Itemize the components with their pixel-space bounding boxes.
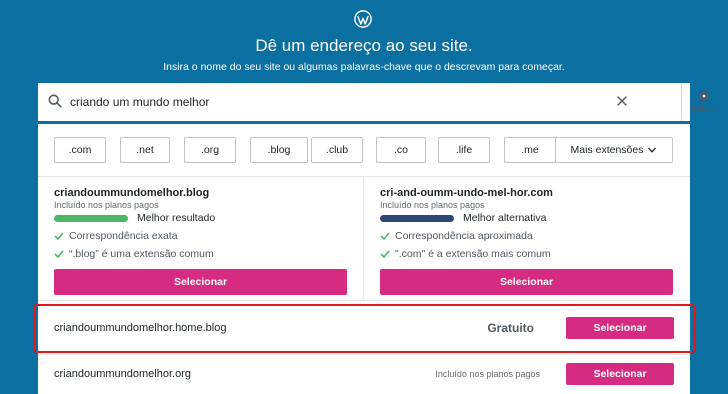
tld-com-button[interactable]: .com: [54, 137, 106, 163]
featured-domain-card: criandoummundomelhor.blog Incluído nos p…: [54, 187, 349, 295]
chevron-down-icon: [648, 147, 657, 153]
price-label: Gratuito: [487, 321, 534, 335]
featured-domain-name: criandoummundomelhor.blog: [54, 187, 210, 199]
domain-search-bar: Filtros: [38, 83, 717, 121]
match-reason: Correspondência aproximada: [380, 230, 675, 242]
price-label: Incluído nos planos pagos: [435, 369, 540, 379]
check-icon: [54, 250, 64, 259]
tld-net-button[interactable]: .net: [120, 137, 170, 163]
result-domain-name: criandoummundomelhor.home.blog: [54, 322, 227, 334]
match-rank: Melhor resultado: [54, 212, 349, 224]
result-domain-name: criandoummundomelhor.org: [54, 368, 191, 380]
tld-life-button[interactable]: .life: [438, 137, 490, 163]
tld-org-button[interactable]: .org: [184, 137, 236, 163]
match-rank: Melhor alternativa: [380, 212, 675, 224]
rank-bar: [380, 214, 454, 222]
rank-bar: [54, 214, 128, 222]
tld-blog-button[interactable]: .blog: [250, 137, 308, 163]
domain-result-row: criandoummundomelhor.org Incluído nos pl…: [38, 351, 690, 394]
search-icon: [48, 94, 62, 108]
match-reason: ".com" é a extensão mais comum: [380, 248, 675, 260]
select-button[interactable]: Selecionar: [54, 269, 347, 295]
check-icon: [380, 250, 390, 259]
page-subtitle: Insira o nome do seu site ou algumas pal…: [163, 61, 565, 73]
filters-button[interactable]: Filtros: [682, 83, 726, 121]
wordpress-icon: [354, 10, 372, 28]
select-button[interactable]: Selecionar: [566, 317, 674, 339]
match-reason-text: “.blog” é uma extensão comum: [69, 248, 214, 260]
gear-icon: [698, 90, 710, 102]
match-reason: Correspondência exata: [54, 230, 349, 242]
rank-label: Melhor alternativa: [463, 212, 547, 224]
select-button[interactable]: Selecionar: [380, 269, 673, 295]
featured-domain-name: cri-and-oumm-undo-mel-hor.com: [380, 187, 553, 199]
more-extensions-label: Mais extensões: [570, 144, 644, 156]
page-title: Dê um endereço ao seu site.: [255, 36, 473, 55]
divider: [363, 176, 364, 300]
tld-me-button[interactable]: .me: [504, 137, 556, 163]
match-reason-text: Correspondência aproximada: [395, 230, 533, 242]
tld-co-button[interactable]: .co: [376, 137, 426, 163]
included-in-plans-label: Incluído nos planos pagos: [380, 200, 485, 210]
domain-result-row: criandoummundomelhor.home.blog Gratuito …: [38, 305, 690, 351]
more-extensions-button[interactable]: Mais extensões: [555, 137, 673, 163]
match-reason: “.blog” é uma extensão comum: [54, 248, 349, 260]
domain-search-input[interactable]: [70, 91, 610, 113]
close-icon[interactable]: [615, 94, 629, 108]
divider: [38, 300, 690, 301]
check-icon: [380, 232, 390, 241]
check-icon: [54, 232, 64, 241]
match-reason-text: Correspondência exata: [69, 230, 178, 242]
tld-club-button[interactable]: .club: [311, 137, 363, 163]
included-in-plans-label: Incluído nos planos pagos: [54, 200, 159, 210]
filters-label: Filtros: [691, 104, 717, 115]
match-reason-text: ".com" é a extensão mais comum: [395, 248, 551, 260]
divider: [38, 176, 690, 177]
select-button[interactable]: Selecionar: [566, 363, 674, 385]
results-panel: .com .net .org .blog .club .co .life .me…: [38, 124, 690, 394]
featured-domain-card: cri-and-oumm-undo-mel-hor.com Incluído n…: [380, 187, 675, 295]
rank-label: Melhor resultado: [137, 212, 216, 224]
